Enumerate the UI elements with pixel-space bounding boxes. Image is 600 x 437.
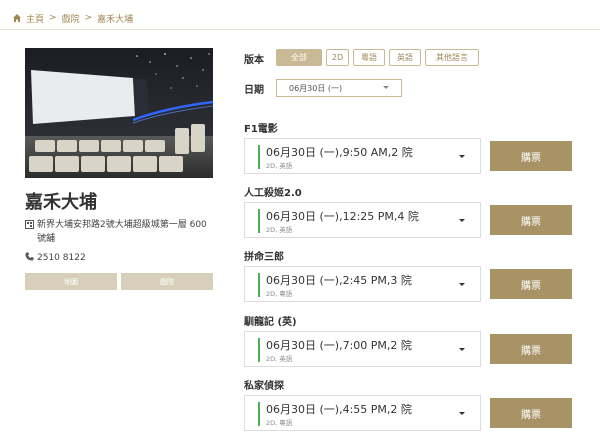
chevron-down-icon: [459, 155, 465, 158]
movie-title: 私家偵探: [244, 381, 284, 392]
version-pill-other-languages[interactable]: 其他語言: [425, 49, 479, 66]
breadcrumb-current: 嘉禾大埔: [97, 14, 134, 25]
version-filter: 全部 2D 粵語 英語 其他語言: [276, 49, 479, 66]
version-pill-english[interactable]: 英語: [389, 49, 421, 66]
cinema-address: 新界大埔安邦路2號大埔超級城第一層 600號舖: [25, 218, 213, 246]
session-datetime: 06月30日 (一),4:55 PM,2 院: [266, 403, 412, 416]
cinema-address-text: 新界大埔安邦路2號大埔超級城第一層 600號舖: [37, 220, 207, 244]
session-status-bar: [258, 273, 260, 297]
buy-ticket-button[interactable]: 購票: [490, 398, 572, 428]
home-icon[interactable]: [12, 13, 22, 23]
session-status-bar: [258, 402, 260, 426]
session-status-bar: [258, 145, 260, 169]
session-dropdown[interactable]: 06月30日 (一),2:45 PM,3 院 2D, 粵語: [244, 266, 481, 302]
chevron-down-icon: [459, 348, 465, 351]
date-dropdown-value: 06月30日 (一): [289, 83, 343, 93]
map-button[interactable]: 地圖: [25, 273, 117, 290]
chevron-down-icon: [383, 86, 389, 89]
buy-ticket-button[interactable]: 購票: [490, 269, 572, 299]
session-dropdown[interactable]: 06月30日 (一),4:55 PM,2 院 2D, 粵語: [244, 395, 481, 431]
session-datetime: 06月30日 (一),2:45 PM,3 院: [266, 274, 412, 287]
breadcrumb-separator: >: [84, 13, 93, 23]
cinema-phone-number[interactable]: 2510 8122: [37, 253, 86, 263]
session-format: 2D, 粵語: [266, 290, 293, 298]
session-status-bar: [258, 338, 260, 362]
session-format: 2D, 英語: [266, 162, 293, 170]
version-pill-all[interactable]: 全部: [276, 49, 322, 66]
session-format: 2D, 粵語: [266, 419, 293, 427]
version-pill-cantonese[interactable]: 粵語: [353, 49, 385, 66]
movie-title: 馴龍記 (英): [244, 317, 297, 328]
cinema-phone: 2510 8122: [25, 252, 86, 264]
session-dropdown[interactable]: 06月30日 (一),9:50 AM,2 院 2D, 英語: [244, 138, 481, 174]
buy-ticket-button[interactable]: 購票: [490, 205, 572, 235]
buy-ticket-button[interactable]: 購票: [490, 141, 572, 171]
session-dropdown[interactable]: 06月30日 (一),7:00 PM,2 院 2D, 英語: [244, 331, 481, 367]
session-datetime: 06月30日 (一),12:25 PM,4 院: [266, 210, 419, 223]
chevron-down-icon: [459, 219, 465, 222]
session-dropdown[interactable]: 06月30日 (一),12:25 PM,4 院 2D, 英語: [244, 202, 481, 238]
cinema-button[interactable]: 戲院: [121, 273, 213, 290]
breadcrumb-home-link[interactable]: 主頁: [26, 12, 44, 25]
movie-title: 人工殺姬2.0: [244, 188, 302, 199]
session-datetime: 06月30日 (一),9:50 AM,2 院: [266, 146, 413, 159]
date-dropdown[interactable]: 06月30日 (一): [276, 79, 402, 97]
breadcrumb: 主頁 > 戲院 > 嘉禾大埔: [12, 10, 133, 26]
chevron-down-icon: [459, 412, 465, 415]
cinema-photo: [25, 48, 213, 178]
session-status-bar: [258, 209, 260, 233]
version-pill-2d[interactable]: 2D: [326, 49, 349, 66]
cinema-name: 嘉禾大埔: [25, 192, 97, 213]
location-icon: [25, 220, 37, 246]
breadcrumb-separator: >: [49, 13, 57, 23]
breadcrumb-divider: [0, 29, 600, 30]
chevron-down-icon: [459, 283, 465, 286]
movie-title: F1電影: [244, 124, 278, 135]
breadcrumb-section-link[interactable]: 戲院: [62, 12, 80, 25]
movie-title: 拼命三郎: [244, 252, 284, 263]
session-format: 2D, 英語: [266, 226, 293, 234]
phone-icon: [25, 252, 34, 264]
version-label: 版本: [244, 55, 264, 66]
date-label: 日期: [244, 85, 264, 96]
session-format: 2D, 英語: [266, 355, 293, 363]
session-datetime: 06月30日 (一),7:00 PM,2 院: [266, 339, 412, 352]
buy-ticket-button[interactable]: 購票: [490, 334, 572, 364]
